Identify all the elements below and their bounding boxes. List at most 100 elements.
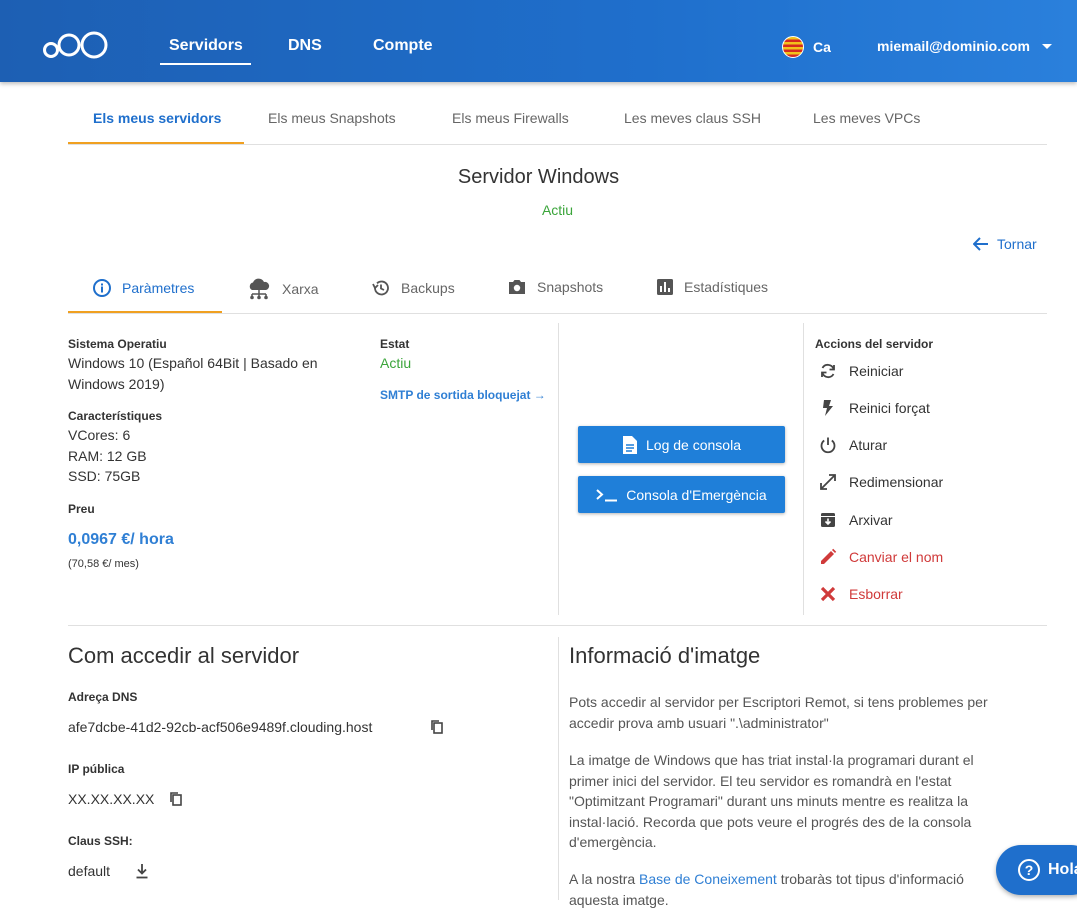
- page-title: Servidor Windows: [0, 166, 1077, 189]
- tab-estadistiques[interactable]: Estadístiques: [656, 278, 768, 296]
- text-fragment: trobaràs tot tipus d'informació: [777, 871, 964, 887]
- history-icon: [371, 278, 391, 298]
- action-rename[interactable]: Canviar el nom: [819, 548, 943, 566]
- action-force-restart-label: Reinici forçat: [849, 400, 930, 416]
- action-restart-label: Reiniciar: [849, 363, 903, 379]
- text-line: accedir prova amb usuari ".\administrato…: [569, 713, 1039, 734]
- state-value: Actiu: [380, 353, 411, 373]
- text-line: Pots accedir al servidor per Escriptori …: [569, 692, 1039, 713]
- ram-value: RAM: 12 GB: [68, 446, 147, 466]
- image-info-title: Informació d'imatge: [569, 643, 760, 669]
- tab-backups[interactable]: Backups: [371, 278, 455, 298]
- status-badge: Actiu: [0, 202, 1077, 218]
- tab-parametres[interactable]: Paràmetres: [92, 278, 194, 298]
- tab-estadistiques-label: Estadístiques: [684, 279, 768, 295]
- ssd-value: SSD: 75GB: [68, 466, 140, 486]
- column-divider: [803, 323, 804, 615]
- copy-icon[interactable]: [169, 791, 183, 807]
- console-log-label: Log de consola: [646, 437, 741, 453]
- access-title: Com accedir al servidor: [68, 643, 299, 669]
- action-delete[interactable]: Esborrar: [819, 585, 903, 603]
- action-rename-label: Canviar el nom: [849, 549, 943, 565]
- top-header: Servidors DNS Compte Ca miemail@dominio.…: [0, 0, 1077, 82]
- text-line: instal·lació. Recorda que pots veure el …: [569, 812, 1039, 833]
- action-shutdown[interactable]: Aturar: [819, 436, 887, 454]
- chevron-down-icon: [1042, 44, 1052, 49]
- info-icon: [92, 278, 112, 298]
- price-month: (70,58 €/ mes): [68, 554, 139, 574]
- back-button[interactable]: Tornar: [973, 236, 1037, 252]
- section-tabs: Els meus servidors Els meus Snapshots El…: [68, 96, 1047, 145]
- os-value-line2: Windows 2019): [68, 374, 165, 394]
- action-archive[interactable]: Arxivar: [819, 511, 893, 529]
- document-icon: [622, 435, 638, 455]
- restart-icon: [819, 362, 837, 380]
- action-delete-label: Esborrar: [849, 586, 903, 602]
- state-label: Estat: [380, 337, 409, 351]
- help-label: Hola: [1048, 861, 1077, 879]
- image-info-paragraph-3: A la nostra Base de Coneixement trobaràs…: [569, 869, 1029, 910]
- os-label: Sistema Operatiu: [68, 337, 167, 351]
- user-menu[interactable]: miemail@dominio.com: [877, 38, 1052, 54]
- terminal-icon: [596, 488, 618, 502]
- tab-firewalls[interactable]: Els meus Firewalls: [452, 110, 569, 126]
- ip-label: IP pública: [68, 762, 124, 776]
- smtp-blocked-link[interactable]: SMTP de sortida bloquejat →: [380, 385, 546, 405]
- price-label: Preu: [68, 502, 95, 516]
- tab-snapshots-server[interactable]: Snapshots: [507, 278, 603, 296]
- help-chat-button[interactable]: ? Hola: [996, 845, 1077, 895]
- tab-backups-label: Backups: [401, 280, 455, 296]
- nav-compte[interactable]: Compte: [373, 37, 433, 55]
- cloud-network-icon: [246, 278, 272, 300]
- knowledge-base-link[interactable]: Base de Coneixement: [639, 871, 777, 887]
- ip-value: XX.XX.XX.XX: [68, 789, 154, 809]
- tab-xarxa-label: Xarxa: [282, 281, 319, 297]
- column-divider: [558, 637, 559, 900]
- action-shutdown-label: Aturar: [849, 437, 887, 453]
- subtab-active-indicator: [68, 311, 222, 313]
- actions-title: Accions del servidor: [815, 337, 933, 351]
- emergency-console-button[interactable]: Consola d'Emergència: [578, 476, 785, 513]
- action-restart[interactable]: Reiniciar: [819, 362, 903, 380]
- tab-ssh-keys[interactable]: Les meves claus SSH: [624, 110, 761, 126]
- tab-active-indicator: [68, 142, 244, 144]
- pencil-icon: [819, 548, 837, 566]
- action-archive-label: Arxivar: [849, 512, 893, 528]
- archive-icon: [819, 511, 837, 529]
- nav-servidors[interactable]: Servidors: [169, 37, 243, 55]
- user-email: miemail@dominio.com: [877, 38, 1030, 54]
- close-icon: [819, 585, 837, 603]
- language-selector[interactable]: Ca: [782, 36, 831, 58]
- server-subtabs: Paràmetres Xarxa Backups Snapshots Estad…: [68, 264, 1047, 314]
- action-force-restart[interactable]: Reinici forçat: [819, 399, 930, 417]
- nav-active-indicator: [160, 63, 251, 65]
- section-divider: [68, 625, 1047, 626]
- text-line: A la nostra Base de Coneixement trobaràs…: [569, 869, 1029, 890]
- console-log-button[interactable]: Log de consola: [578, 426, 785, 463]
- power-icon: [819, 436, 837, 454]
- image-info-paragraph-2: La imatge de Windows que has triat insta…: [569, 750, 1039, 853]
- dns-label: Adreça DNS: [68, 690, 137, 704]
- question-icon: ?: [1018, 859, 1040, 881]
- column-divider: [558, 323, 559, 615]
- vcores-value: VCores: 6: [68, 425, 130, 445]
- ssh-label: Claus SSH:: [68, 834, 133, 848]
- copy-icon[interactable]: [430, 719, 444, 735]
- tab-vpcs[interactable]: Les meves VPCs: [813, 110, 920, 126]
- bolt-icon: [819, 399, 837, 417]
- text-fragment: A la nostra: [569, 871, 639, 887]
- tab-snapshots[interactable]: Els meus Snapshots: [268, 110, 396, 126]
- language-label: Ca: [813, 39, 831, 55]
- resize-icon: [819, 473, 837, 491]
- tab-xarxa[interactable]: Xarxa: [246, 278, 319, 300]
- emergency-console-label: Consola d'Emergència: [626, 487, 766, 503]
- action-resize[interactable]: Redimensionar: [819, 473, 943, 491]
- tab-els-meus-servidors[interactable]: Els meus servidors: [93, 110, 221, 126]
- text-line: "Optimitzant Programari" durant uns minu…: [569, 791, 1039, 812]
- brand-logo[interactable]: [42, 30, 110, 65]
- download-icon[interactable]: [135, 863, 149, 879]
- price-hour: 0,0967 €/ hora: [68, 530, 174, 550]
- nav-dns[interactable]: DNS: [288, 37, 322, 55]
- action-resize-label: Redimensionar: [849, 474, 943, 490]
- text-line: primer inici del servidor. El teu servid…: [569, 771, 1039, 792]
